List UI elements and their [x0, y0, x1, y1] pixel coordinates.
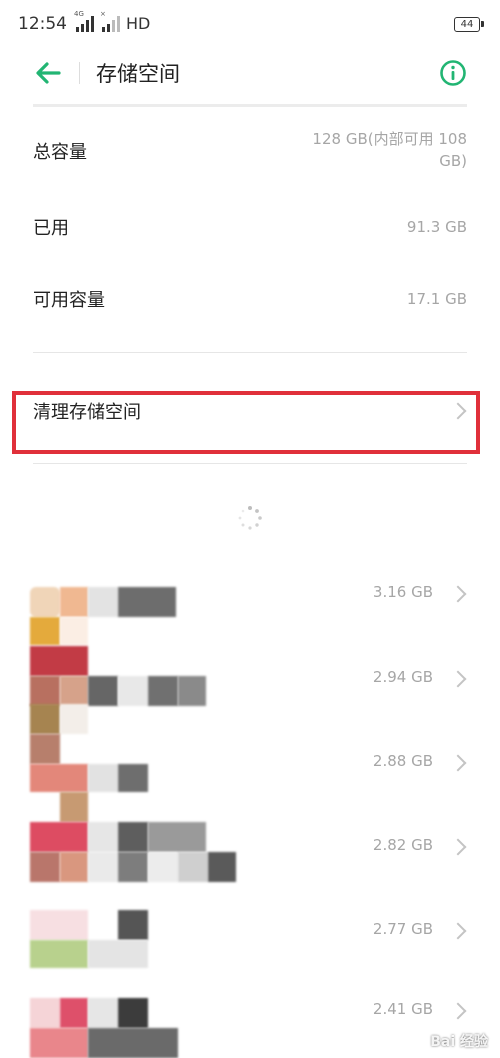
signal-icon: 4G [74, 10, 94, 32]
app-icon-block [60, 998, 88, 1028]
app-name-blurred [118, 998, 148, 1028]
app-list-item[interactable]: 2.82 GB [0, 792, 500, 888]
app-name-blurred [148, 852, 178, 882]
app-icon-block [30, 764, 88, 792]
app-name-blurred [118, 764, 148, 792]
app-size: 2.94 GB [372, 668, 433, 686]
app-icon-block [60, 587, 88, 617]
app-icon [30, 646, 88, 676]
total-capacity-row: 总容量 128 GB(内部可用 108 GB) [0, 128, 500, 188]
app-size: 2.41 GB [372, 1000, 433, 1018]
total-capacity-value-line2: GB) [439, 152, 467, 170]
signal-icon-secondary: × [100, 10, 122, 32]
app-name-blurred [88, 1028, 178, 1058]
app-name-blurred [178, 676, 206, 706]
no-signal-label: × [100, 10, 106, 18]
chevron-right-icon [449, 1002, 467, 1020]
app-name-blurred [88, 822, 118, 852]
app-icon-block [60, 676, 88, 706]
app-list-item[interactable]: 3.16 GB [0, 555, 500, 645]
app-bar-divider [79, 62, 80, 84]
section-divider [33, 352, 467, 353]
header-divider [33, 104, 467, 107]
app-name-blurred [208, 852, 236, 882]
app-name-blurred [88, 998, 118, 1028]
total-capacity-label: 总容量 [33, 142, 87, 163]
app-name-blurred [88, 676, 118, 706]
used-label: 已用 [33, 218, 69, 239]
app-icon-block [30, 852, 60, 882]
app-icon [30, 998, 60, 1028]
back-arrow-icon[interactable] [34, 60, 62, 86]
info-icon[interactable] [438, 58, 468, 88]
app-size: 2.77 GB [372, 920, 433, 938]
app-list-item[interactable]: 2.41 GB [0, 976, 500, 1058]
app-name-blurred [178, 852, 208, 882]
app-icon [30, 704, 60, 734]
available-row: 可用容量 17.1 GB [0, 286, 500, 316]
app-size: 2.88 GB [372, 752, 433, 770]
app-icon-block [30, 822, 88, 852]
battery-level: 44 [460, 19, 474, 30]
app-name-blurred [118, 852, 148, 882]
watermark: Bai 经验 [430, 1034, 488, 1050]
app-name-blurred [118, 587, 176, 617]
app-size: 2.82 GB [372, 836, 433, 854]
chevron-right-icon [449, 922, 467, 940]
app-name-blurred [118, 822, 148, 852]
loading-spinner-icon [238, 506, 262, 530]
app-name-blurred [148, 676, 178, 706]
app-list-item[interactable]: 2.77 GB [0, 892, 500, 972]
app-icon-block [30, 1028, 88, 1058]
app-icon [60, 792, 88, 822]
total-capacity-value-line1: 128 GB(内部可用 108 [312, 130, 467, 148]
app-name-blurred [118, 676, 148, 706]
app-bar: 存储空间 [0, 50, 500, 100]
app-name-blurred [148, 822, 206, 852]
app-size: 3.16 GB [372, 583, 433, 601]
app-icon-block [30, 676, 60, 706]
app-icon-block [30, 940, 88, 968]
page-title: 存储空间 [96, 62, 180, 86]
app-name-blurred [88, 587, 118, 617]
chevron-right-icon [449, 585, 467, 603]
app-name-blurred [88, 764, 118, 792]
app-name-blurred [88, 852, 118, 882]
chevron-right-icon [449, 754, 467, 772]
chevron-right-icon [449, 670, 467, 688]
used-value: 91.3 GB [406, 218, 467, 236]
app-name-blurred [88, 940, 148, 968]
available-label: 可用容量 [33, 290, 105, 311]
used-row: 已用 91.3 GB [0, 214, 500, 244]
hd-indicator: HD [126, 14, 151, 33]
section-divider-2 [33, 463, 467, 464]
app-icon-block [30, 734, 60, 764]
app-icon [30, 910, 88, 940]
battery-icon: 44 [454, 17, 484, 32]
total-capacity-value: 128 GB(内部可用 108 GB) [312, 128, 467, 172]
status-time: 12:54 [18, 14, 67, 34]
app-icon-block [60, 704, 88, 734]
highlight-annotation [12, 391, 480, 454]
network-type-label: 4G [74, 10, 84, 18]
chevron-right-icon [449, 838, 467, 856]
app-icon [30, 587, 60, 617]
available-value: 17.1 GB [406, 290, 467, 308]
status-bar: 12:54 4G × HD 44 [0, 0, 500, 50]
app-icon-block [60, 852, 88, 882]
app-name-blurred [118, 910, 148, 940]
